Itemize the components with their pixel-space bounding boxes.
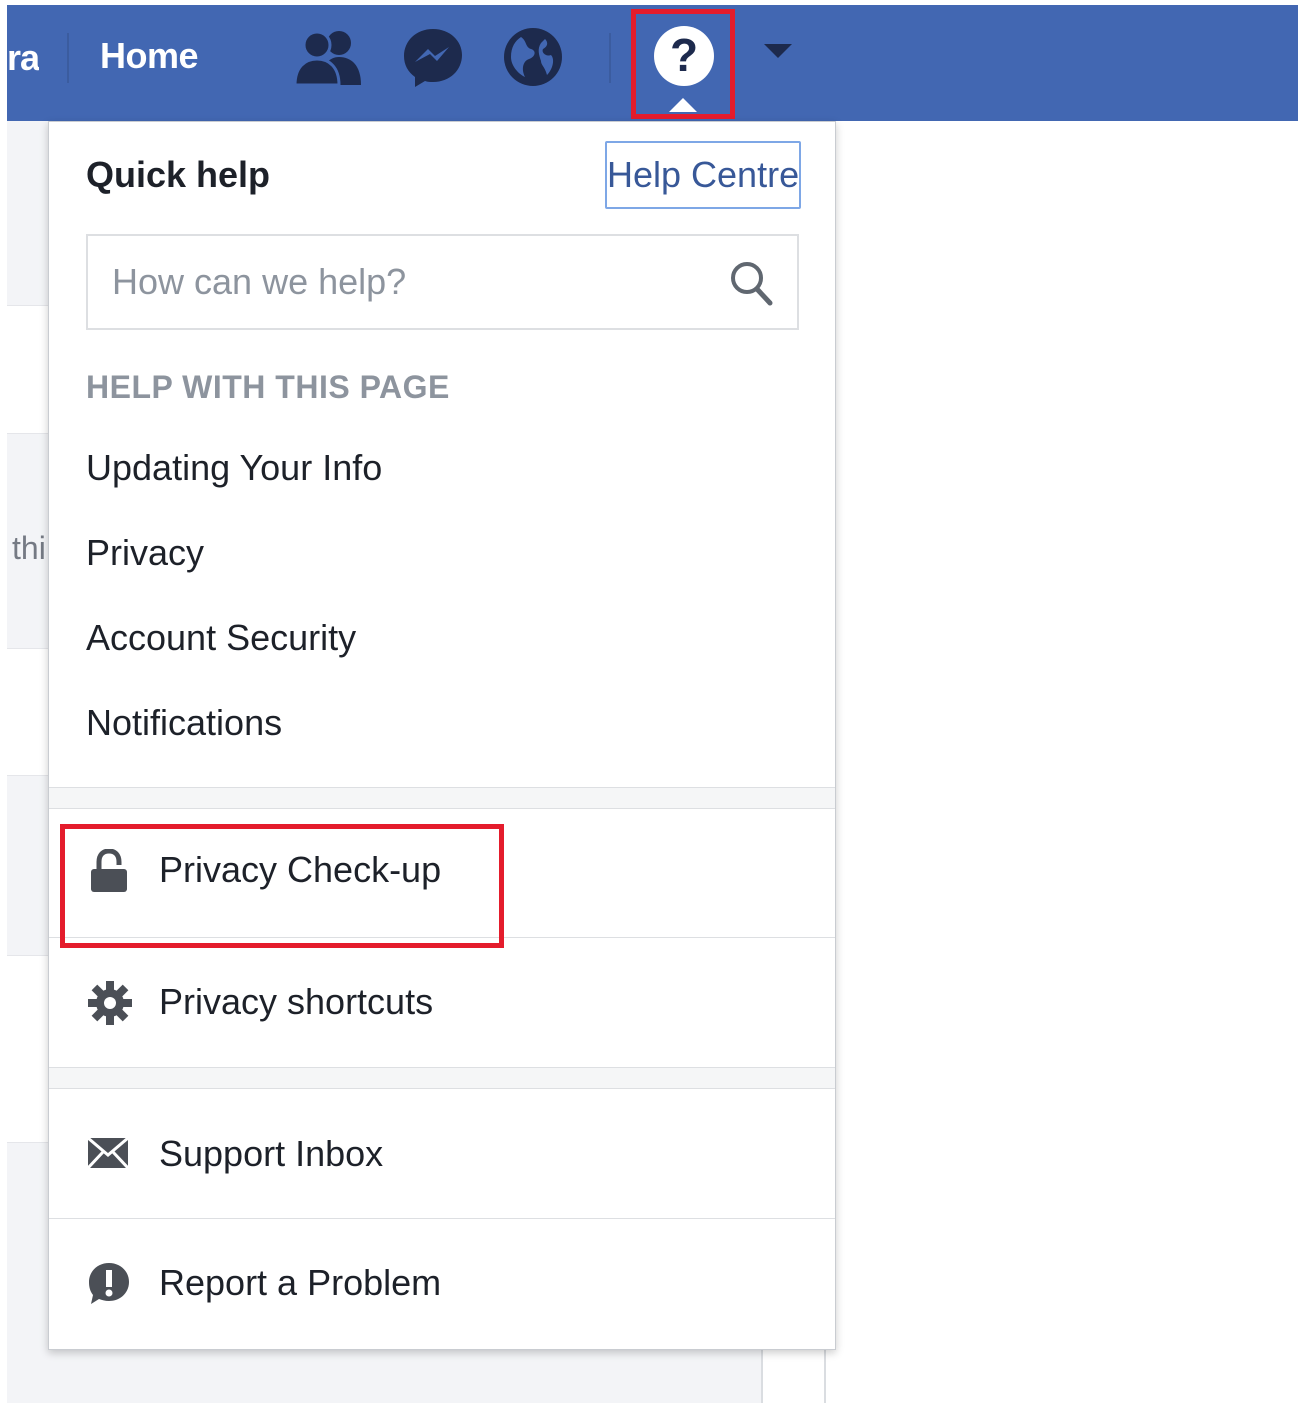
help-glyph: ? — [669, 29, 699, 81]
profile-name-link[interactable]: ra — [7, 37, 39, 79]
privacy-shortcuts-label: Privacy shortcuts — [159, 981, 434, 1022]
help-section-heading: HELP WITH THIS PAGE — [86, 369, 450, 405]
section-divider — [49, 1067, 835, 1089]
gear-icon — [87, 980, 133, 1031]
privacy-shortcuts-item[interactable]: Privacy shortcuts — [49, 938, 835, 1066]
globe-icon[interactable] — [501, 25, 565, 94]
nav-separator — [609, 33, 611, 83]
envelope-icon — [86, 1136, 130, 1174]
help-search-input[interactable] — [112, 258, 702, 306]
quick-help-panel: Quick help Help Centre HELP WITH THIS PA… — [48, 121, 836, 1350]
quick-help-title: Quick help — [86, 154, 271, 195]
section-divider — [49, 787, 835, 809]
account-menu-caret-icon[interactable] — [764, 44, 792, 58]
background-page-bottom — [49, 1350, 761, 1403]
privacy-checkup-highlight — [60, 824, 504, 948]
dropdown-pointer — [669, 98, 697, 112]
background-divider — [761, 1350, 763, 1403]
help-link-updating-info[interactable]: Updating Your Info — [86, 447, 382, 489]
support-inbox-label: Support Inbox — [159, 1133, 384, 1174]
alert-icon — [87, 1261, 131, 1310]
search-icon[interactable] — [729, 260, 773, 311]
background-card — [7, 955, 49, 1143]
background-divider — [824, 1350, 826, 1403]
background-card — [7, 648, 49, 776]
nav-separator — [67, 33, 69, 83]
friends-icon[interactable] — [293, 27, 365, 92]
help-link-notifications[interactable]: Notifications — [86, 702, 282, 744]
help-link-account-security[interactable]: Account Security — [86, 617, 356, 659]
background-text-fragment: thi — [12, 530, 46, 566]
background-card — [7, 305, 49, 434]
help-link-privacy[interactable]: Privacy — [86, 532, 204, 574]
home-link[interactable]: Home — [100, 35, 199, 77]
help-centre-button[interactable]: Help Centre — [605, 141, 801, 209]
support-inbox-item[interactable]: Support Inbox — [49, 1089, 835, 1217]
report-problem-item[interactable]: Report a Problem — [49, 1219, 835, 1347]
help-icon[interactable]: ? — [652, 24, 716, 93]
help-search-box[interactable] — [86, 234, 799, 330]
report-problem-label: Report a Problem — [159, 1262, 442, 1303]
messenger-icon[interactable] — [401, 25, 465, 94]
